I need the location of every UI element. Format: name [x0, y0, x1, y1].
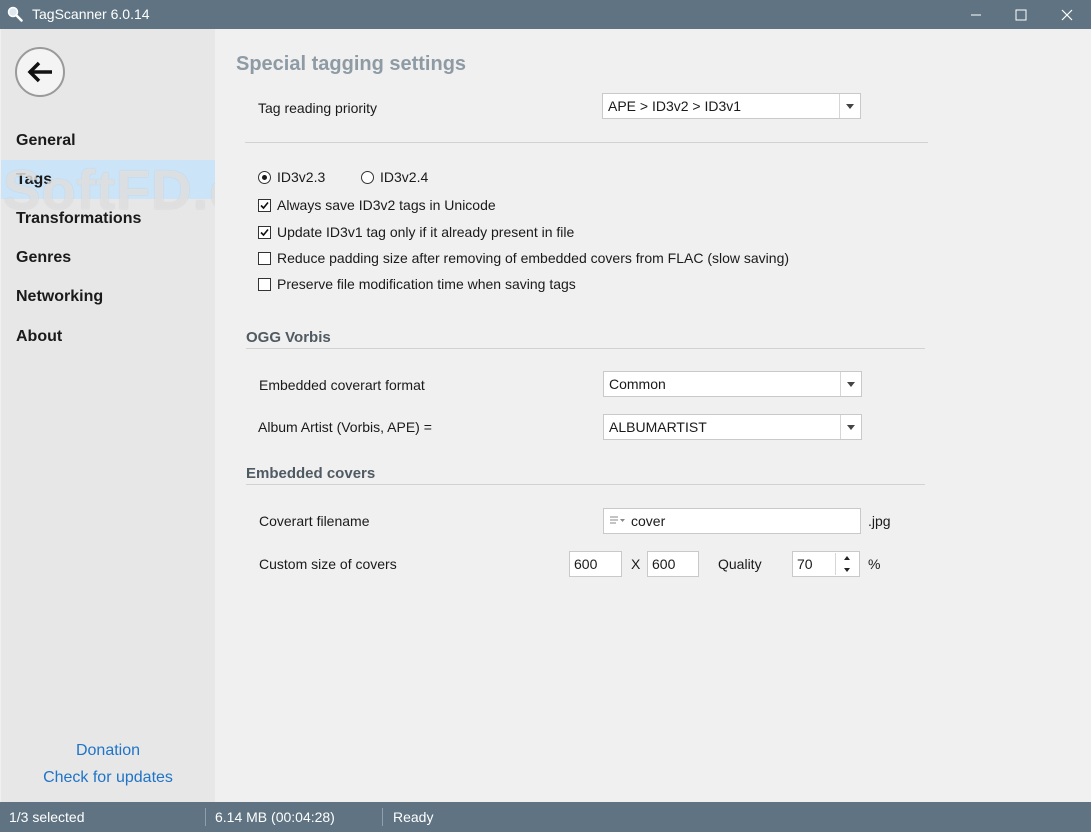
status-size: 6.14 MB (00:04:28)	[215, 809, 335, 825]
checkbox-reduce-padding[interactable]	[258, 252, 271, 265]
checkbox-preserve-time[interactable]	[258, 278, 271, 291]
check-updates-link[interactable]: Check for updates	[1, 769, 215, 787]
status-selected: 1/3 selected	[9, 809, 85, 825]
tag-reading-priority-dropdown[interactable]: APE > ID3v2 > ID3v1	[602, 93, 861, 119]
album-artist-value: ALBUMARTIST	[609, 419, 707, 435]
template-menu-icon[interactable]	[609, 515, 627, 527]
quality-spinbox[interactable]: 70	[792, 551, 860, 577]
cover-height-value: 600	[652, 556, 676, 572]
embedded-covers-section-title: Embedded covers	[246, 465, 376, 482]
divider	[246, 348, 925, 349]
divider	[246, 484, 925, 485]
album-artist-dropdown[interactable]: ALBUMARTIST	[603, 414, 862, 440]
checkbox-update-id3v1[interactable]	[258, 226, 271, 239]
coverart-filename-label: Coverart filename	[259, 513, 370, 529]
percent-sign: %	[868, 556, 881, 572]
chevron-down-icon	[839, 94, 860, 118]
nav-item-about[interactable]: About	[1, 317, 215, 356]
quality-label: Quality	[718, 556, 762, 572]
coverart-filename-value: cover	[631, 513, 666, 529]
magnifier-app-icon	[7, 6, 23, 22]
chevron-down-icon	[840, 372, 861, 396]
size-separator: X	[631, 556, 641, 572]
spin-arrows-icon	[844, 556, 850, 572]
quality-spinner[interactable]	[835, 553, 858, 575]
quality-value: 70	[797, 556, 813, 572]
custom-size-label: Custom size of covers	[259, 556, 397, 572]
ogg-vorbis-section-title: OGG Vorbis	[246, 329, 331, 346]
close-icon	[1061, 9, 1073, 20]
check-icon	[260, 228, 269, 237]
status-bar: 1/3 selected 6.14 MB (00:04:28) Ready	[0, 802, 1091, 832]
tag-reading-priority-label: Tag reading priority	[258, 100, 378, 116]
cover-width-input[interactable]: 600	[569, 551, 622, 577]
checkbox-preserve-time-label: Preserve file modification time when sav…	[277, 276, 576, 292]
checkbox-unicode[interactable]	[258, 199, 271, 212]
nav-item-general[interactable]: General	[1, 121, 215, 160]
settings-panel: Special tagging settings Tag reading pri…	[215, 29, 1091, 802]
minimize-button[interactable]	[953, 0, 999, 29]
divider	[245, 142, 928, 143]
filename-extension: .jpg	[868, 513, 891, 529]
cover-width-value: 600	[574, 556, 598, 572]
cover-height-input[interactable]: 600	[647, 551, 699, 577]
nav-item-networking[interactable]: Networking	[1, 277, 215, 316]
page-title: Special tagging settings	[236, 53, 467, 75]
check-icon	[260, 201, 269, 210]
window-title: TagScanner 6.0.14	[32, 6, 150, 22]
status-divider	[205, 808, 206, 826]
status-divider	[382, 808, 383, 826]
minimize-icon	[971, 14, 981, 15]
checkbox-unicode-label: Always save ID3v2 tags in Unicode	[277, 197, 496, 213]
chevron-down-icon	[840, 415, 861, 439]
coverart-format-dropdown[interactable]: Common	[603, 371, 862, 397]
maximize-button[interactable]	[998, 0, 1044, 29]
status-state: Ready	[393, 809, 434, 825]
maximize-icon	[1015, 9, 1027, 20]
coverart-format-value: Common	[609, 376, 666, 392]
coverart-format-label: Embedded coverart format	[259, 377, 425, 393]
checkbox-update-id3v1-label: Update ID3v1 tag only if it already pres…	[277, 224, 575, 240]
album-artist-label: Album Artist (Vorbis, APE) =	[258, 419, 432, 435]
sidebar: General Tags Transformations Genres Netw…	[1, 29, 326, 802]
tag-reading-priority-value: APE > ID3v2 > ID3v1	[608, 98, 742, 114]
nav-item-genres[interactable]: Genres	[1, 238, 215, 277]
title-bar: TagScanner 6.0.14	[0, 0, 1091, 29]
radio-id3v24[interactable]	[361, 171, 374, 184]
nav-item-tags[interactable]: Tags	[1, 160, 215, 199]
close-button[interactable]	[1044, 0, 1090, 29]
radio-id3v24-label: ID3v2.4	[380, 169, 429, 185]
radio-id3v23-label: ID3v2.3	[277, 169, 326, 185]
nav-item-transformations[interactable]: Transformations	[1, 199, 215, 238]
back-button[interactable]	[15, 47, 65, 97]
donation-link[interactable]: Donation	[1, 742, 215, 760]
arrow-left-icon	[27, 61, 52, 83]
checkbox-reduce-padding-label: Reduce padding size after removing of em…	[277, 250, 790, 266]
coverart-filename-input[interactable]: cover	[603, 508, 861, 534]
radio-id3v23[interactable]	[258, 171, 271, 184]
